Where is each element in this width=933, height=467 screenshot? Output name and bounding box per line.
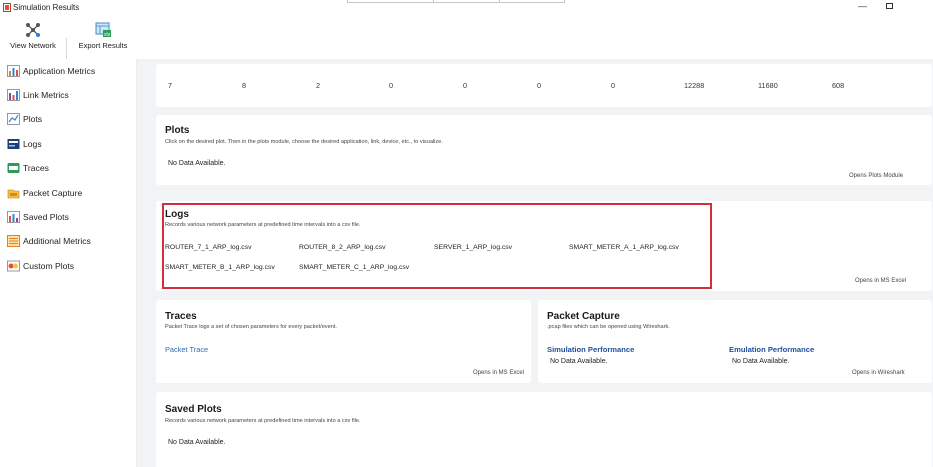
table-cell: 8 xyxy=(242,81,247,90)
packet-capture-card: Packet Capture .pcap files which can be … xyxy=(538,300,932,383)
export-results-button[interactable]: xls Export Results xyxy=(76,22,130,50)
sidebar-item-label: Packet Capture xyxy=(23,188,83,198)
table-cell: 7 xyxy=(168,81,173,90)
plots-card[interactable]: Plots Click on the desired plot. Then in… xyxy=(156,115,932,185)
sidebar-item-traces[interactable]: Traces xyxy=(7,160,133,176)
packet-trace-link[interactable]: Packet Trace xyxy=(165,345,208,354)
table-cell: 11680 xyxy=(758,81,778,90)
table-cell: 608 xyxy=(832,81,845,90)
sidebar-item-label: Custom Plots xyxy=(23,261,75,271)
saved-plots-subtitle: Records various network parameters at pr… xyxy=(165,418,361,424)
view-network-label: View Network xyxy=(10,41,56,50)
minimize-icon[interactable]: — xyxy=(858,1,867,11)
export-results-label: Export Results xyxy=(78,41,128,50)
sidebar-item-label: Traces xyxy=(23,163,49,173)
sidebar-item-label: Saved Plots xyxy=(23,212,69,222)
sidebar-item-label: Link Metrics xyxy=(23,90,69,100)
emulation-empty-text: No Data Available. xyxy=(732,358,790,365)
sidebar-item-additional-metrics[interactable]: Additional Metrics xyxy=(7,233,133,249)
title-bar: Simulation Results — xyxy=(0,0,933,16)
sidebar: Application Metrics Link Metrics Plots L… xyxy=(0,59,137,467)
saved-plots-empty-text: No Data Available. xyxy=(168,439,226,446)
maximize-icon[interactable] xyxy=(886,3,893,9)
traces-subtitle: Packet Trace logs a set of chosen parame… xyxy=(165,324,337,330)
packet-capture-icon xyxy=(7,189,20,199)
plots-title: Plots xyxy=(165,125,190,136)
packet-capture-opens-hint: Opens in Wireshark xyxy=(852,370,905,376)
application-metrics-icon xyxy=(7,65,20,77)
table-cell: 0 xyxy=(537,81,542,90)
top-table-fragment xyxy=(347,0,565,3)
additional-metrics-icon xyxy=(7,235,20,247)
sidebar-item-label: Plots xyxy=(23,114,43,124)
logs-highlight-box xyxy=(162,203,712,289)
traces-icon xyxy=(7,163,20,173)
simulation-empty-text: No Data Available. xyxy=(550,358,608,365)
sidebar-item-application-metrics[interactable]: Application Metrics xyxy=(7,63,133,79)
table-cell: 0 xyxy=(389,81,394,90)
sidebar-item-logs[interactable]: Logs xyxy=(7,136,133,152)
plots-empty-text: No Data Available. xyxy=(168,160,226,167)
sidebar-item-label: Application Metrics xyxy=(23,66,96,76)
traces-title: Traces xyxy=(165,311,197,322)
sidebar-item-plots[interactable]: Plots xyxy=(7,111,133,127)
table-cell: 0 xyxy=(463,81,468,90)
packet-capture-subtitle: .pcap files which can be opened using Wi… xyxy=(547,324,670,330)
plots-icon xyxy=(7,113,20,125)
app-icon xyxy=(3,3,11,12)
saved-plots-card: Saved Plots Records various network para… xyxy=(156,392,932,467)
custom-plots-icon xyxy=(7,260,20,272)
metrics-table-card: 7 8 2 0 0 0 0 12288 11680 608 xyxy=(156,64,932,107)
export-icon: xls xyxy=(95,22,111,38)
network-icon xyxy=(26,23,40,37)
traces-opens-hint: Opens in MS Excel xyxy=(473,370,525,376)
saved-plots-title: Saved Plots xyxy=(165,404,222,415)
sidebar-item-link-metrics[interactable]: Link Metrics xyxy=(7,87,133,103)
link-metrics-icon xyxy=(7,89,20,101)
table-cell: 2 xyxy=(316,81,321,90)
sidebar-item-saved-plots[interactable]: Saved Plots xyxy=(7,209,133,225)
sidebar-item-custom-plots[interactable]: Custom Plots xyxy=(7,258,133,274)
results-panel: 7 8 2 0 0 0 0 12288 11680 608 Plots Clic… xyxy=(137,59,933,467)
saved-plots-icon xyxy=(7,211,20,223)
sidebar-item-label: Logs xyxy=(23,139,42,149)
traces-card: Traces Packet Trace logs a set of chosen… xyxy=(156,300,531,383)
window-title: Simulation Results xyxy=(13,3,80,12)
logs-opens-hint: Opens in MS Excel xyxy=(855,278,907,284)
plots-opens-hint: Opens Plots Module xyxy=(849,173,904,179)
table-cell: 0 xyxy=(611,81,616,90)
table-cell: 12288 xyxy=(684,81,705,90)
simulation-performance-heading: Simulation Performance xyxy=(547,345,635,354)
logs-icon xyxy=(7,139,20,149)
sidebar-item-packet-capture[interactable]: Packet Capture xyxy=(7,185,133,201)
view-network-button[interactable]: View Network xyxy=(7,22,59,50)
plots-subtitle: Click on the desired plot. Then in the p… xyxy=(165,139,443,145)
packet-capture-title: Packet Capture xyxy=(547,311,620,322)
sidebar-item-label: Additional Metrics xyxy=(23,236,91,246)
svg-text:xls: xls xyxy=(104,32,111,38)
emulation-performance-heading: Emulation Performance xyxy=(729,345,815,354)
toolbar: View Network xls Export Results xyxy=(0,16,933,72)
